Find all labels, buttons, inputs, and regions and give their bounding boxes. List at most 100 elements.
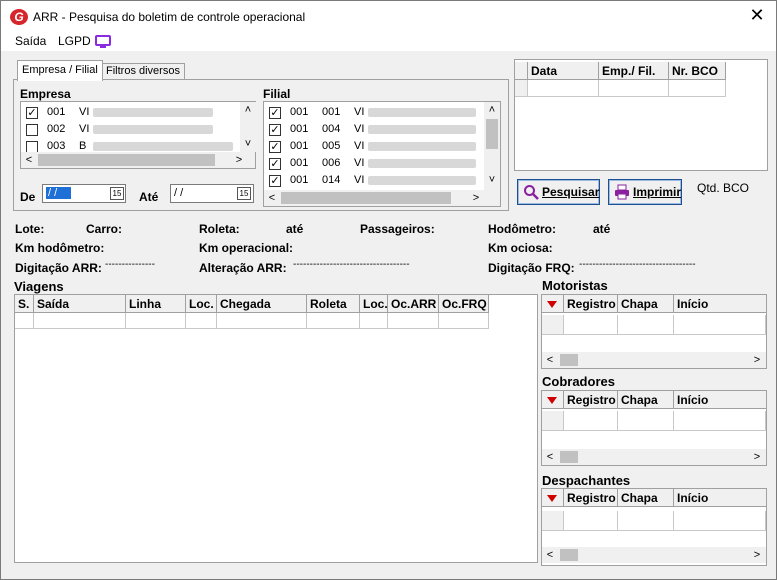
- grid-cell[interactable]: [307, 313, 360, 329]
- scroll-left-icon[interactable]: <: [21, 152, 37, 168]
- print-button[interactable]: Imprimir: [608, 179, 682, 205]
- grid-cell[interactable]: [34, 313, 126, 329]
- filial-hscroll[interactable]: < >: [264, 190, 500, 206]
- grid-cell[interactable]: [618, 411, 674, 431]
- scroll-thumb[interactable]: [560, 354, 578, 366]
- col-chapa[interactable]: Chapa: [618, 391, 674, 409]
- despachantes-grid[interactable]: Registro Chapa Início < >: [541, 488, 767, 566]
- cobradores-grid[interactable]: Registro Chapa Início < >: [541, 390, 767, 466]
- motoristas-title: Motoristas: [542, 278, 608, 293]
- grid-cell[interactable]: [674, 511, 766, 531]
- bco-grid[interactable]: Data Emp./ Fil. Nr. BCO: [514, 59, 768, 171]
- empresa-checkbox-2[interactable]: [26, 124, 38, 136]
- close-button[interactable]: ✕: [744, 5, 770, 27]
- grid-cell[interactable]: [669, 80, 726, 97]
- grid-cell[interactable]: [217, 313, 307, 329]
- calendar-icon[interactable]: 15: [237, 187, 251, 200]
- tab-empresa-filial[interactable]: Empresa / Filial: [17, 60, 103, 81]
- col-inicio[interactable]: Início: [674, 295, 766, 313]
- scroll-up-icon[interactable]: ˄: [484, 102, 500, 118]
- monitor-icon[interactable]: [95, 35, 111, 48]
- viagens-grid[interactable]: S. Saída Linha Loc. Chegada Roleta Loc. …: [14, 294, 538, 563]
- filial-list[interactable]: ✓ 001 001 VI ✓ 001 004 VI ✓ 001 005 VI ✓…: [263, 101, 501, 207]
- sort-header[interactable]: [542, 295, 564, 313]
- scroll-thumb[interactable]: [486, 119, 498, 149]
- col-registro[interactable]: Registro: [564, 489, 618, 507]
- scroll-up-icon[interactable]: ˄: [240, 102, 256, 118]
- grid-cell[interactable]: [599, 80, 669, 97]
- grid-cell[interactable]: [528, 80, 599, 97]
- grid-cell[interactable]: [564, 315, 618, 335]
- col-linha[interactable]: Linha: [126, 295, 186, 313]
- filial-checkbox-5[interactable]: ✓: [269, 175, 281, 187]
- scroll-thumb[interactable]: [560, 451, 578, 463]
- scroll-right-icon[interactable]: >: [231, 152, 247, 168]
- grid-cell[interactable]: [674, 315, 766, 335]
- col-registro[interactable]: Registro: [564, 391, 618, 409]
- scroll-down-icon[interactable]: ˅: [484, 172, 500, 188]
- col-data[interactable]: Data: [528, 62, 599, 80]
- scroll-left-icon[interactable]: <: [542, 449, 558, 465]
- scroll-right-icon[interactable]: >: [749, 547, 765, 563]
- col-inicio[interactable]: Início: [674, 391, 766, 409]
- menu-lgpd[interactable]: LGPD: [58, 34, 91, 48]
- col-chapa[interactable]: Chapa: [618, 295, 674, 313]
- col-roleta[interactable]: Roleta: [307, 295, 360, 313]
- scroll-right-icon[interactable]: >: [749, 352, 765, 368]
- calendar-icon[interactable]: 15: [110, 187, 124, 200]
- filial-checkbox-1[interactable]: ✓: [269, 107, 281, 119]
- col-loc-2[interactable]: Loc.: [360, 295, 388, 313]
- grid-cell[interactable]: [439, 313, 489, 329]
- filial-checkbox-3[interactable]: ✓: [269, 141, 281, 153]
- scroll-right-icon[interactable]: >: [749, 449, 765, 465]
- col-chapa[interactable]: Chapa: [618, 489, 674, 507]
- col-emp-fil[interactable]: Emp./ Fil.: [599, 62, 669, 80]
- col-oc-frq[interactable]: Oc.FRQ: [439, 295, 489, 313]
- col-registro[interactable]: Registro: [564, 295, 618, 313]
- empresa-vscroll[interactable]: ˄ ˅: [240, 102, 256, 152]
- search-button[interactable]: Pesquisar: [517, 179, 600, 205]
- grid-cell[interactable]: [564, 511, 618, 531]
- col-s[interactable]: S.: [15, 295, 34, 313]
- empresa-checkbox-1[interactable]: ✓: [26, 107, 38, 119]
- col-nr-bco[interactable]: Nr. BCO: [669, 62, 726, 80]
- redacted-text: [93, 142, 233, 151]
- motoristas-hscroll[interactable]: < >: [542, 352, 766, 368]
- col-chegada[interactable]: Chegada: [217, 295, 307, 313]
- scroll-left-icon[interactable]: <: [542, 352, 558, 368]
- col-inicio[interactable]: Início: [674, 489, 766, 507]
- grid-cell[interactable]: [126, 313, 186, 329]
- grid-cell[interactable]: [360, 313, 388, 329]
- despachantes-hscroll[interactable]: < >: [542, 547, 766, 563]
- filial-checkbox-4[interactable]: ✓: [269, 158, 281, 170]
- scroll-left-icon[interactable]: <: [264, 190, 280, 206]
- col-oc-arr[interactable]: Oc.ARR: [388, 295, 439, 313]
- scroll-thumb[interactable]: [281, 192, 451, 204]
- scroll-right-icon[interactable]: >: [468, 190, 484, 206]
- grid-cell[interactable]: [674, 411, 766, 431]
- scroll-thumb[interactable]: [38, 154, 215, 166]
- sort-header[interactable]: [542, 489, 564, 507]
- menu-saida[interactable]: Saída: [15, 34, 46, 48]
- grid-cell[interactable]: [618, 315, 674, 335]
- empresa-list[interactable]: ✓ 001 VI 002 VI 003 B ˄ ˅ < >: [20, 101, 256, 169]
- grid-cell[interactable]: [186, 313, 217, 329]
- empresa-hscroll[interactable]: < >: [21, 152, 255, 168]
- col-loc[interactable]: Loc.: [186, 295, 217, 313]
- de-label: De: [20, 190, 36, 204]
- col-saida[interactable]: Saída: [34, 295, 126, 313]
- grid-cell[interactable]: [618, 511, 674, 531]
- filial-vscroll[interactable]: ˄ ˅: [484, 102, 500, 190]
- cobradores-hscroll[interactable]: < >: [542, 449, 766, 465]
- scroll-left-icon[interactable]: <: [542, 547, 558, 563]
- tab-filtros-diversos[interactable]: Filtros diversos: [101, 63, 185, 80]
- sort-header[interactable]: [542, 391, 564, 409]
- grid-cell[interactable]: [15, 313, 34, 329]
- grid-cell[interactable]: [388, 313, 439, 329]
- motoristas-grid[interactable]: Registro Chapa Início < >: [541, 294, 767, 369]
- filial-checkbox-2[interactable]: ✓: [269, 124, 281, 136]
- lote-label: Lote:: [15, 222, 45, 236]
- grid-cell[interactable]: [564, 411, 618, 431]
- scroll-thumb[interactable]: [560, 549, 578, 561]
- scroll-down-icon[interactable]: ˅: [240, 136, 256, 152]
